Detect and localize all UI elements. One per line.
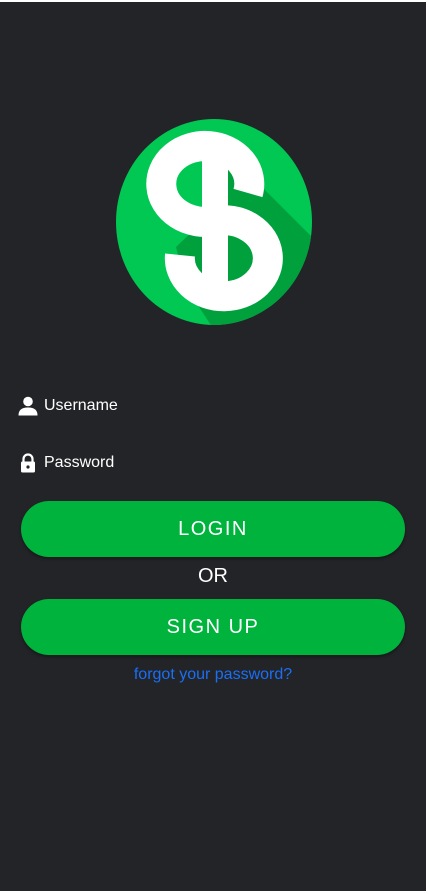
login-button[interactable]: LOGIN (21, 501, 405, 557)
password-field (18, 451, 384, 475)
person-icon (18, 396, 38, 416)
password-input[interactable] (44, 454, 384, 472)
username-field (18, 394, 384, 418)
forgot-password-link[interactable]: forgot your password? (0, 666, 426, 684)
lock-icon (21, 453, 35, 473)
login-screen: LOGIN OR SIGN UP forgot your password? (0, 2, 426, 891)
or-divider: OR (198, 565, 228, 587)
dollar-logo-icon (116, 119, 312, 325)
username-input[interactable] (44, 397, 384, 415)
sign-up-button[interactable]: SIGN UP (21, 599, 405, 655)
